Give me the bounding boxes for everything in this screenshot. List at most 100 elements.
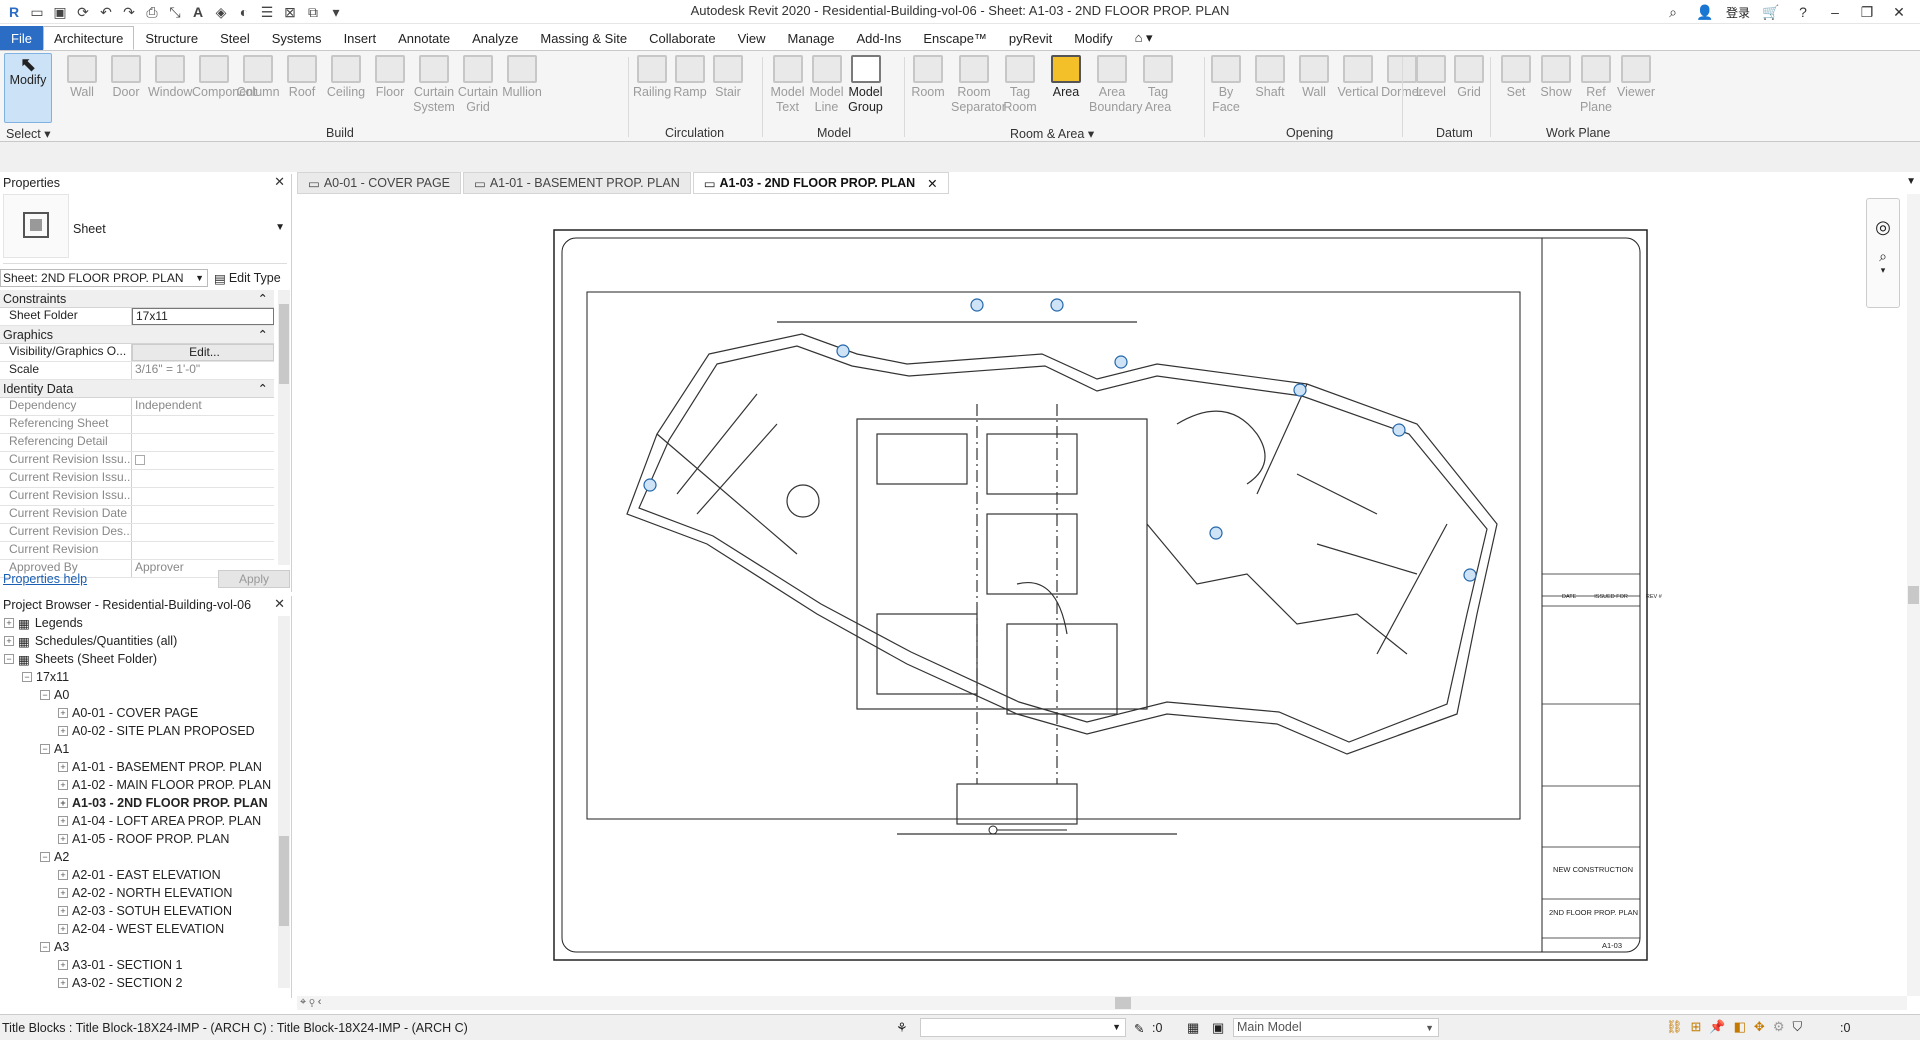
expand-icon[interactable]: + <box>4 636 14 646</box>
drawing-canvas[interactable]: DATE ISSUED FOR REV # NEW CONSTRUCTION 2ND… <box>297 194 1907 996</box>
browser-item[interactable]: −17x11 <box>4 668 276 686</box>
type-dropdown-icon[interactable]: ▼ <box>275 222 285 233</box>
minimize-icon[interactable]: – <box>1824 4 1846 20</box>
browser-item[interactable]: + A1-05 - ROOF PROP. PLAN <box>4 830 276 848</box>
expand-icon[interactable]: + <box>58 708 68 718</box>
tab-collaborate[interactable]: Collaborate <box>638 26 727 50</box>
area-boundary-button[interactable]: Area Boundary <box>1089 55 1143 115</box>
browser-item[interactable]: + A2-01 - EAST ELEVATION <box>4 866 276 884</box>
set-button[interactable]: Set <box>1496 55 1536 100</box>
properties-scrollbar[interactable] <box>278 290 290 565</box>
expand-icon[interactable]: + <box>58 924 68 934</box>
close-window-icon[interactable]: ✕ <box>1888 4 1910 21</box>
property-value[interactable] <box>132 452 274 469</box>
wall-button[interactable]: Wall <box>60 55 104 100</box>
tab-systems[interactable]: Systems <box>261 26 333 50</box>
door-button[interactable]: Door <box>104 55 148 100</box>
collapse-icon[interactable]: − <box>22 672 32 682</box>
tab-steel[interactable]: Steel <box>209 26 261 50</box>
collapse-icon[interactable]: ⌃ <box>258 291 268 306</box>
close-browser-icon[interactable]: ✕ <box>274 596 285 612</box>
pin-icon[interactable]: ⚲ <box>309 996 314 1008</box>
grid-button[interactable]: Grid <box>1450 55 1488 100</box>
help-icon[interactable]: ? <box>1792 4 1814 20</box>
zoom-icon[interactable]: ⌕ <box>1867 248 1899 265</box>
browser-item[interactable]: + A0-02 - SITE PLAN PROPOSED <box>4 722 276 740</box>
close-tab-icon[interactable]: ✕ <box>927 176 937 191</box>
ceiling-button[interactable]: Ceiling <box>324 55 368 100</box>
expand-icon[interactable]: + <box>58 762 68 772</box>
browser-item[interactable]: − A3 <box>4 938 276 956</box>
property-value[interactable]: Edit... <box>132 344 274 361</box>
workset-dropdown[interactable]: ▼ <box>920 1018 1126 1037</box>
tab-file[interactable]: File <box>0 26 43 50</box>
vertical-scrollbar[interactable] <box>1907 194 1920 996</box>
design-option-dropdown[interactable]: Main Model ▼ <box>1233 1018 1439 1037</box>
show-button[interactable]: Show <box>1536 55 1576 100</box>
browser-item[interactable]: + A1-01 - BASEMENT PROP. PLAN <box>4 758 276 776</box>
room-separator-button[interactable]: Room Separator <box>951 55 1006 115</box>
sign-in-label[interactable]: 登录 <box>1726 4 1750 21</box>
expand-icon[interactable]: + <box>58 798 68 808</box>
cart-icon[interactable]: 🛒 <box>1760 4 1782 21</box>
shaft-button[interactable]: Shaft <box>1248 55 1292 100</box>
design-options-icon[interactable]: ▦ <box>1187 1020 1199 1036</box>
checkbox[interactable] <box>135 455 145 465</box>
stair-button[interactable]: Stair <box>709 55 747 100</box>
section-identity-data[interactable]: Identity Data ⌃ <box>0 380 274 398</box>
browser-scrollbar[interactable] <box>278 616 290 988</box>
tag-room-button[interactable]: Tag Room <box>997 55 1043 115</box>
tab-enscape-[interactable]: Enscape™ <box>912 26 998 50</box>
browser-item[interactable]: + A1-02 - MAIN FLOOR PROP. PLAN <box>4 776 276 794</box>
curtain-system-button[interactable]: Curtain System <box>412 55 456 115</box>
tab-modify[interactable]: Modify <box>1063 26 1123 50</box>
expand-icon[interactable]: + <box>58 816 68 826</box>
background-process-icon[interactable]: ⚙ <box>1773 1019 1785 1035</box>
property-value[interactable]: Independent <box>132 398 274 415</box>
tab-add-ins[interactable]: Add-Ins <box>846 26 913 50</box>
expand-icon[interactable]: + <box>58 780 68 790</box>
component-button[interactable]: Component <box>192 55 257 100</box>
browser-item[interactable]: + A0-01 - COVER PAGE <box>4 704 276 722</box>
contextual-dropdown-icon[interactable]: ⌂ ▾ <box>1124 26 1164 50</box>
area-button[interactable]: Area <box>1043 55 1089 100</box>
tab-massing-site[interactable]: Massing & Site <box>529 26 638 50</box>
collapse-icon[interactable]: ⌃ <box>258 327 268 342</box>
property-value[interactable] <box>132 434 274 451</box>
select-dropdown[interactable]: Select ▾ <box>6 126 51 141</box>
viewer-button[interactable]: Viewer <box>1616 55 1656 100</box>
tab-view[interactable]: View <box>727 26 777 50</box>
browser-item[interactable]: + A1-04 - LOFT AREA PROP. PLAN <box>4 812 276 830</box>
expand-icon[interactable]: + <box>4 618 14 628</box>
expand-icon[interactable]: + <box>58 834 68 844</box>
model-group-button[interactable]: Model Group <box>846 55 885 115</box>
model-line-button[interactable]: Model Line <box>807 55 846 115</box>
browser-item[interactable]: + A3-01 - SECTION 1 <box>4 956 276 974</box>
tab-manage[interactable]: Manage <box>777 26 846 50</box>
property-value[interactable] <box>132 524 274 541</box>
select-underlay-icon[interactable]: ⊞ <box>1691 1019 1702 1035</box>
maximize-icon[interactable]: ❐ <box>1856 4 1878 21</box>
property-value[interactable]: 17x11 <box>132 308 274 325</box>
floor-button[interactable]: Floor <box>368 55 412 100</box>
steering-wheel-icon[interactable]: ◎ <box>1867 217 1899 238</box>
expand-icon[interactable]: + <box>58 960 68 970</box>
wall-button[interactable]: Wall <box>1292 55 1336 100</box>
browser-item[interactable]: + A2-04 - WEST ELEVATION <box>4 920 276 938</box>
editable-only-icon[interactable]: ✎ <box>1134 1021 1144 1036</box>
window-button[interactable]: Window <box>148 55 192 100</box>
instance-filter[interactable]: Sheet: 2ND FLOOR PROP. PLAN ▼ <box>0 269 208 287</box>
property-value[interactable] <box>132 488 274 505</box>
properties-help-link[interactable]: Properties help <box>0 572 87 586</box>
close-properties-icon[interactable]: ✕ <box>274 174 285 190</box>
browser-item[interactable]: + ▦ Legends <box>4 614 276 632</box>
ref-plane-button[interactable]: Ref Plane <box>1576 55 1616 115</box>
collapse-icon[interactable]: − <box>40 690 50 700</box>
browser-item[interactable]: + A1-03 - 2ND FLOOR PROP. PLAN <box>4 794 276 812</box>
tab-analyze[interactable]: Analyze <box>461 26 529 50</box>
search-binoculars-icon[interactable]: ⌕ <box>1662 4 1684 21</box>
browser-item[interactable]: + A3-02 - SECTION 2 <box>4 974 276 992</box>
expand-icon[interactable]: + <box>58 906 68 916</box>
expand-icon[interactable]: + <box>58 978 68 988</box>
property-value[interactable] <box>132 470 274 487</box>
